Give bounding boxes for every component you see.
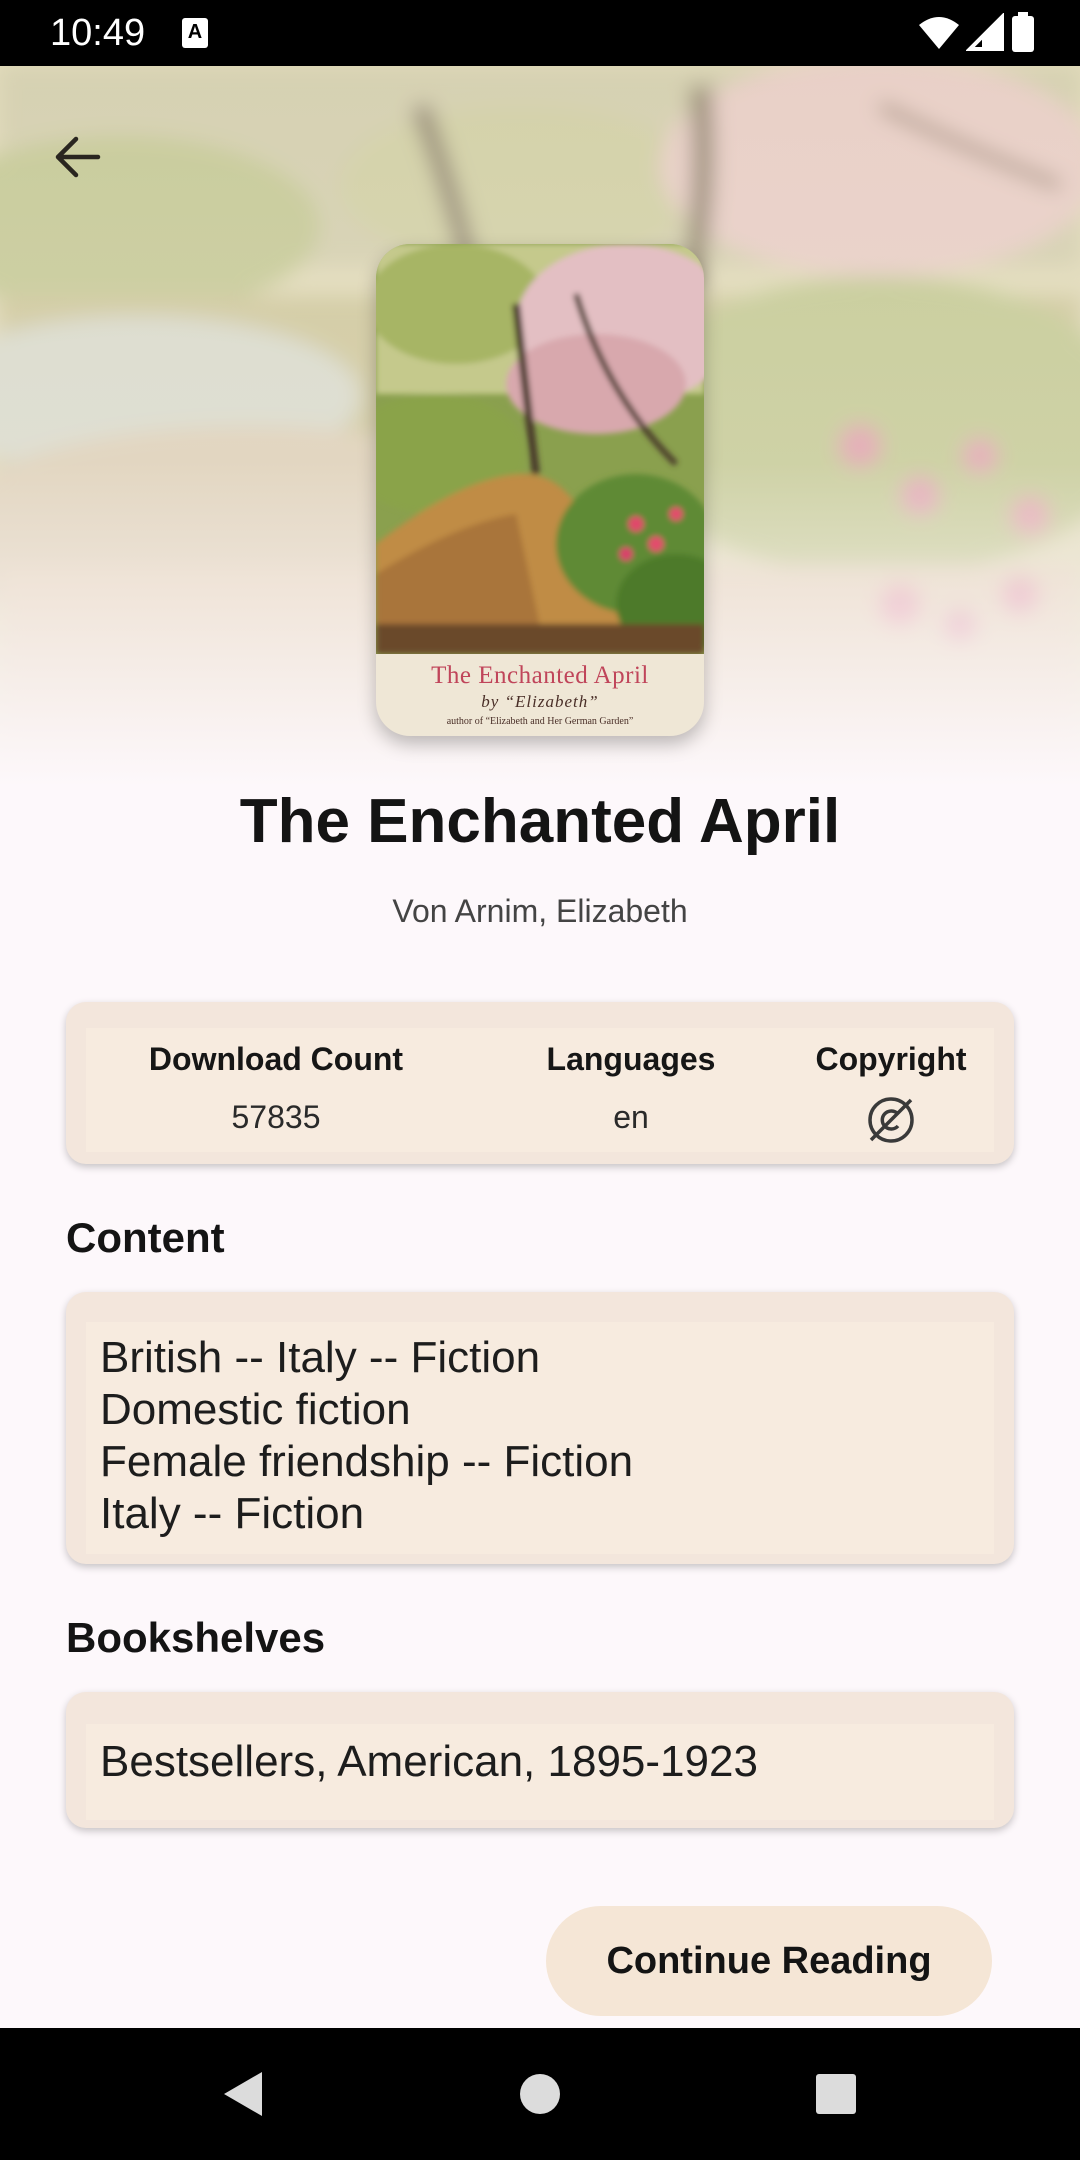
content-card: British -- Italy -- Fiction Domestic fic… — [66, 1292, 1014, 1564]
content-inner: British -- Italy -- Fiction Domestic fic… — [86, 1322, 994, 1554]
content-item: Domestic fiction — [100, 1385, 411, 1434]
back-button[interactable] — [40, 120, 114, 194]
languages-value: en — [613, 1099, 649, 1135]
nav-recents-icon[interactable] — [806, 2064, 866, 2124]
content-item: Female friendship -- Fiction — [100, 1437, 634, 1486]
content-item: Italy -- Fiction — [100, 1489, 365, 1538]
cover-illustration — [376, 244, 704, 654]
languages-label: Languages — [546, 1041, 716, 1077]
signal-icon — [965, 13, 1004, 51]
copyright-label: Copyright — [815, 1041, 967, 1077]
continue-reading-button[interactable]: Continue Reading — [546, 1906, 992, 2016]
bookshelves-inner: Bestsellers, American, 1895-1923 — [86, 1724, 994, 1820]
content-heading: Content — [66, 1214, 225, 1261]
wifi-icon — [919, 17, 960, 49]
a-letter-icon: A — [182, 18, 208, 48]
status-bar: 10:49 A — [0, 0, 1080, 66]
battery-icon — [1012, 12, 1034, 52]
cover-author-note: author of “Elizabeth and Her German Gard… — [446, 716, 634, 727]
download-count-value: 57835 — [231, 1099, 321, 1135]
status-icons — [917, 12, 1036, 56]
copyright-stat: Copyright — [786, 1028, 996, 1146]
nav-home-icon[interactable] — [510, 2064, 570, 2124]
cover-title: The Enchanted April — [431, 662, 649, 689]
system-nav-bar — [0, 2028, 1080, 2160]
languages-stat: Languages en — [476, 1028, 786, 1144]
download-count-label: Download Count — [148, 1041, 404, 1077]
download-count-stat: Download Count 57835 — [126, 1028, 426, 1144]
arrow-left-icon — [55, 136, 101, 178]
book-cover: The Enchanted April by “Elizabeth” autho… — [376, 244, 704, 736]
book-stats-inner: Download Count 57835 Languages en Copyri… — [86, 1028, 994, 1152]
cover-byline: by “Elizabeth” — [481, 692, 599, 711]
bookshelves-text: Bestsellers, American, 1895-1923 — [100, 1737, 758, 1786]
content-item: British -- Italy -- Fiction — [100, 1333, 541, 1382]
book-stats-card: Download Count 57835 Languages en Copyri… — [66, 1002, 1014, 1164]
status-time: 10:49 — [50, 12, 146, 54]
book-author: Von Arnim, Elizabeth — [392, 893, 688, 929]
bookshelves-heading: Bookshelves — [66, 1614, 326, 1661]
content-list: British -- Italy -- Fiction Domestic fic… — [100, 1332, 633, 1540]
nav-back-icon[interactable] — [214, 2064, 274, 2124]
copyright-value — [786, 1090, 996, 1146]
book-title: The Enchanted April — [239, 787, 841, 856]
bookshelves-card: Bestsellers, American, 1895-1923 — [66, 1692, 1014, 1828]
copyright-off-icon — [868, 1096, 914, 1143]
